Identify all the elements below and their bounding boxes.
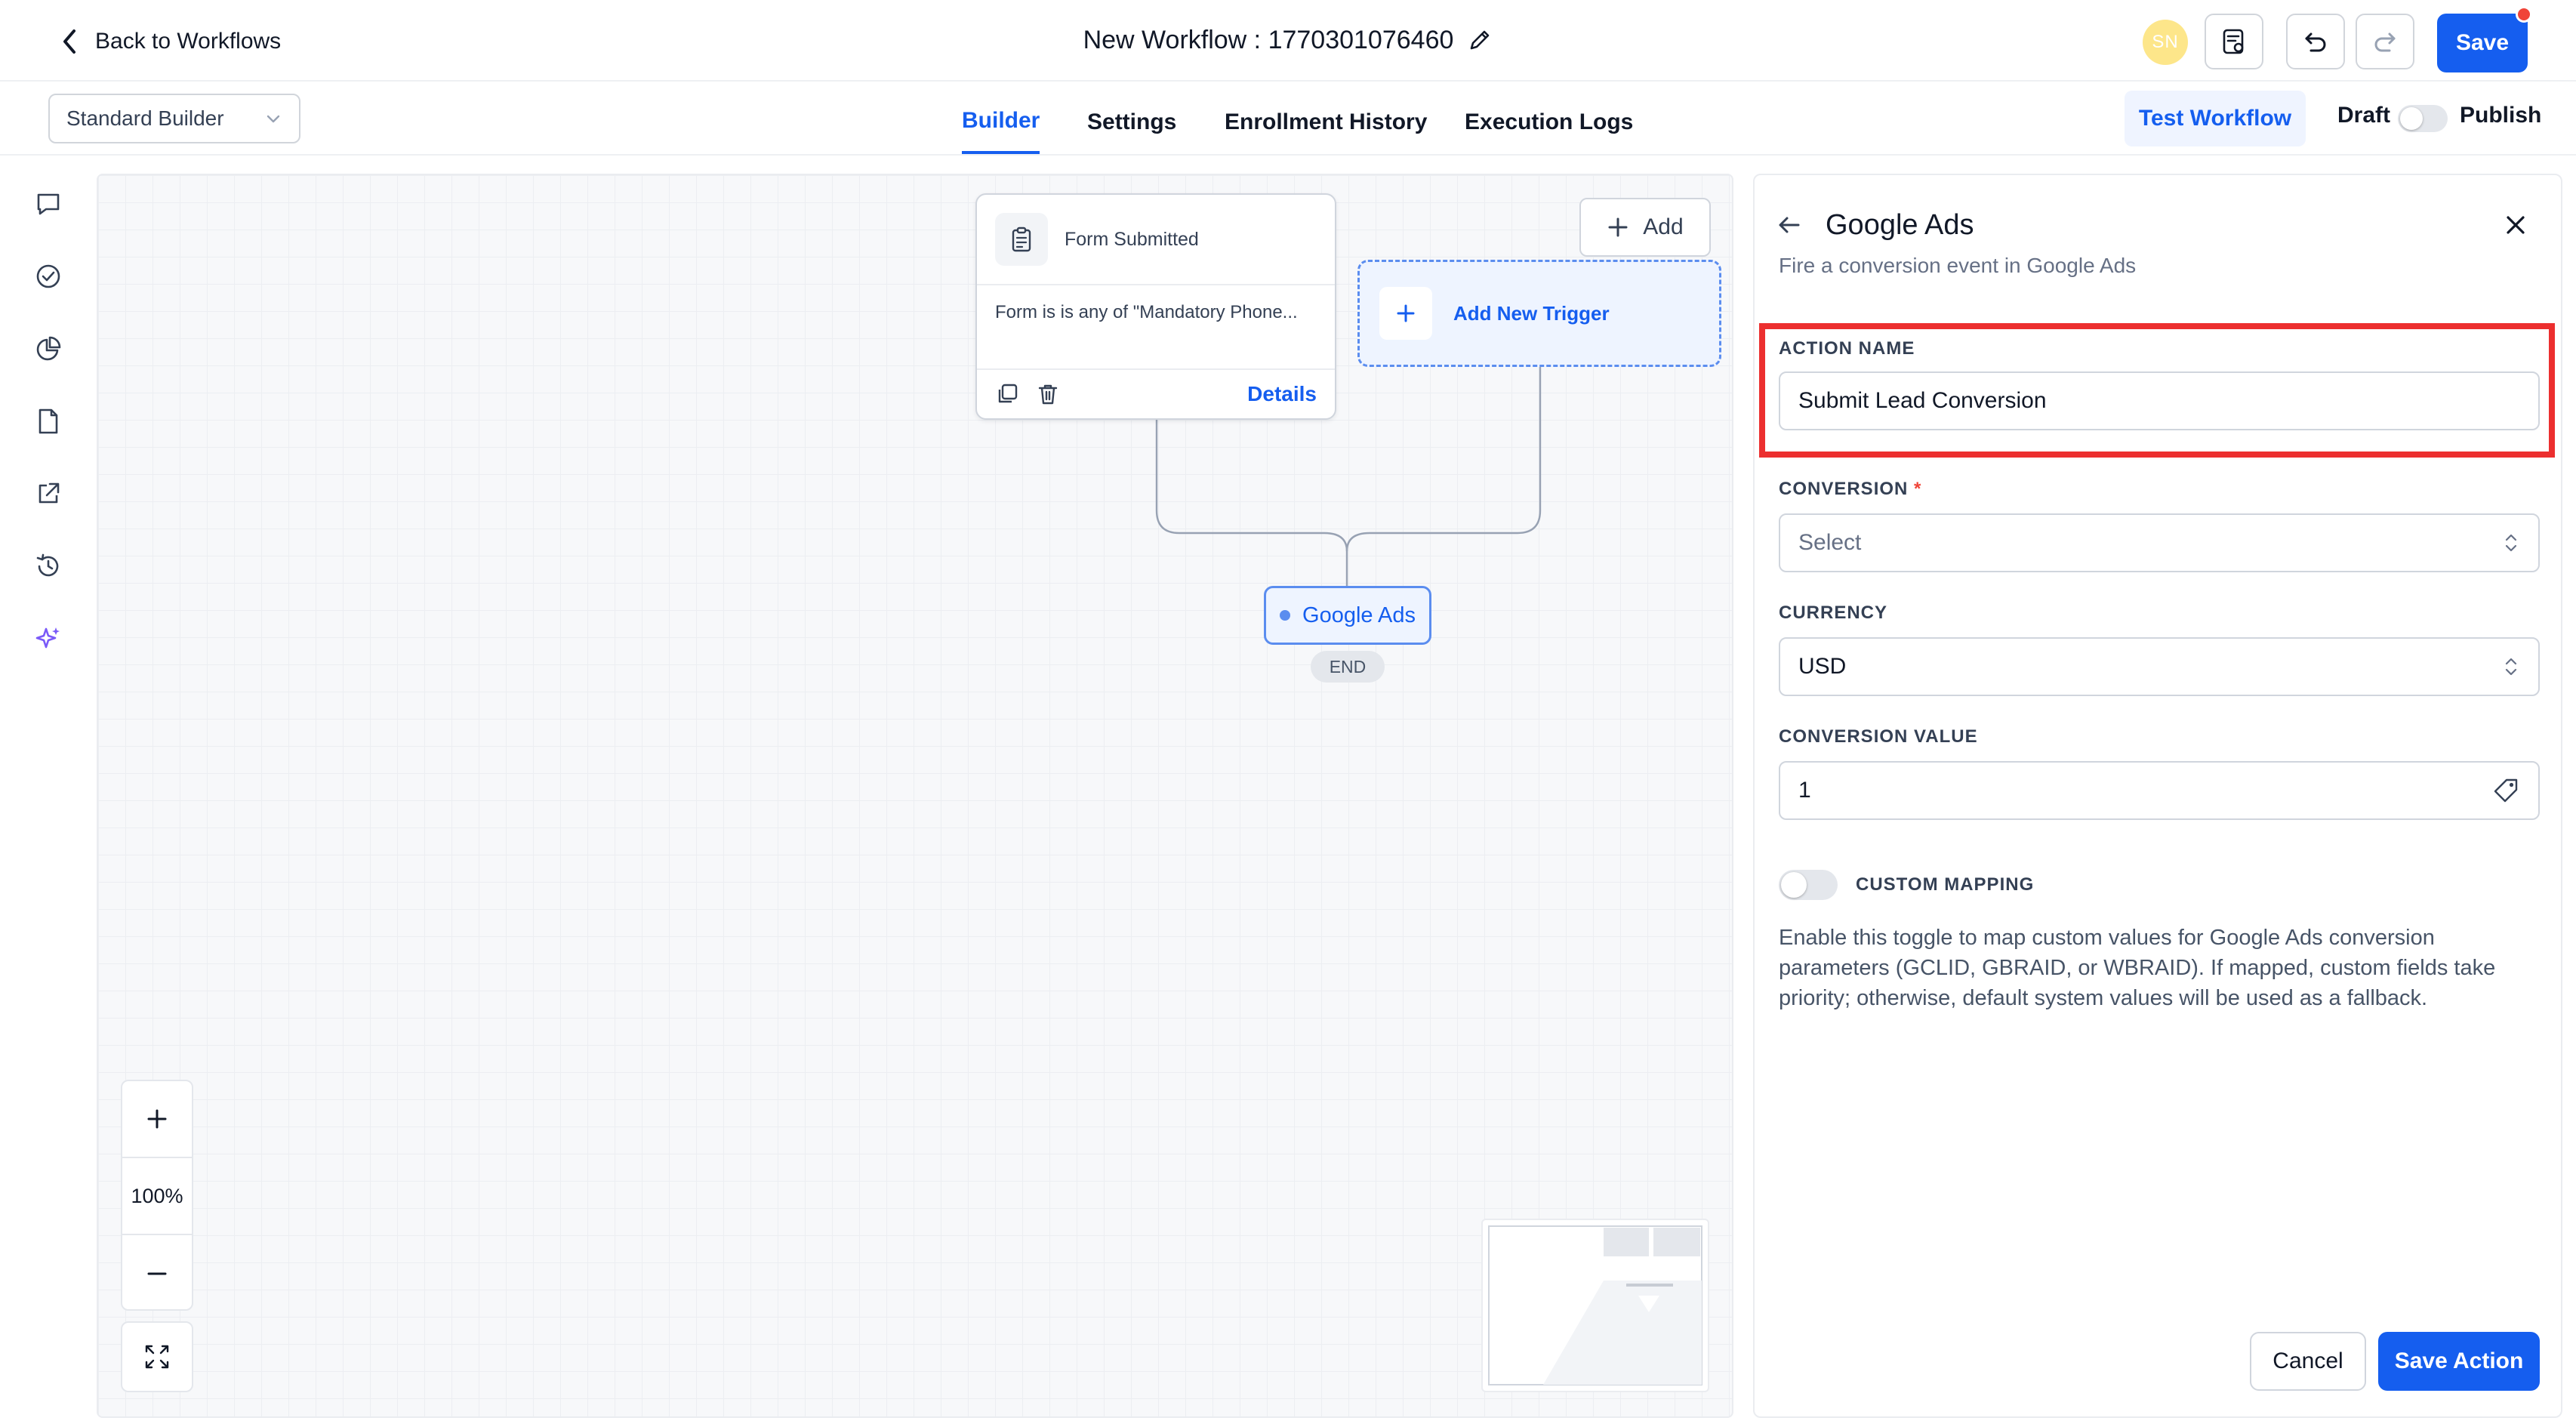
- zoom-level: 100%: [122, 1158, 192, 1235]
- chat-icon[interactable]: [30, 186, 66, 222]
- external-link-icon[interactable]: [30, 476, 66, 512]
- undo-icon: [2300, 26, 2331, 57]
- end-marker: END: [1311, 651, 1385, 683]
- notification-dot: [2516, 6, 2532, 23]
- trigger-card-footer: Details: [977, 370, 1335, 418]
- pencil-icon[interactable]: [1467, 27, 1493, 53]
- redo-button[interactable]: [2356, 14, 2414, 69]
- test-workflow-button[interactable]: Test Workflow: [2125, 91, 2306, 146]
- conversion-value-input[interactable]: 1: [1779, 761, 2540, 820]
- save-button[interactable]: Save: [2437, 14, 2528, 72]
- panel-title: Google Ads: [1826, 208, 1974, 241]
- tag-icon[interactable]: [2491, 776, 2520, 805]
- toggle-knob: [1781, 872, 1807, 898]
- highlight-box: [1759, 323, 2555, 458]
- add-label: Add: [1643, 214, 1684, 239]
- currency-value: USD: [1798, 654, 1847, 679]
- document-icon[interactable]: [30, 403, 66, 439]
- chevron-up-down-icon: [2502, 654, 2520, 680]
- toggle-knob: [2400, 107, 2423, 130]
- sparkles-icon[interactable]: [30, 621, 66, 657]
- publish-label: Publish: [2460, 103, 2542, 128]
- plus-icon: [145, 1107, 169, 1131]
- details-link[interactable]: Details: [1247, 382, 1317, 406]
- plus-icon: [1379, 287, 1432, 340]
- notes-button[interactable]: [2205, 14, 2263, 69]
- copy-icon[interactable]: [995, 382, 1019, 406]
- zoom-controls: 100%: [121, 1080, 193, 1311]
- minimap-preview: [1488, 1225, 1702, 1385]
- trigger-card[interactable]: Form Submitted Form is is any of "Mandat…: [975, 193, 1336, 420]
- pie-chart-icon[interactable]: [30, 331, 66, 367]
- arrow-left-icon[interactable]: [1776, 211, 1803, 239]
- currency-label: CURRENCY: [1779, 603, 1888, 623]
- undo-button[interactable]: [2286, 14, 2345, 69]
- cancel-button[interactable]: Cancel: [2250, 1332, 2366, 1391]
- conversion-label: CONVERSION *: [1779, 479, 1921, 500]
- check-circle-icon[interactable]: [30, 258, 66, 294]
- tab-execution-logs[interactable]: Execution Logs: [1465, 91, 1633, 154]
- close-icon: [2502, 211, 2529, 239]
- tab-settings[interactable]: Settings: [1087, 91, 1176, 154]
- chevron-down-icon: [264, 109, 282, 128]
- redo-icon: [2370, 26, 2400, 57]
- custom-mapping-help: Enable this toggle to map custom values …: [1779, 926, 2496, 1010]
- document-search-icon: [2219, 26, 2249, 57]
- trigger-card-header: Form Submitted: [977, 195, 1335, 285]
- google-ads-action-node[interactable]: Google Ads: [1264, 586, 1431, 645]
- tab-enrollment-history[interactable]: Enrollment History: [1225, 91, 1427, 154]
- zoom-out-button[interactable]: [122, 1235, 192, 1312]
- currency-select[interactable]: USD: [1779, 637, 2540, 696]
- trigger-title: Form Submitted: [1065, 228, 1199, 250]
- workflow-title: New Workflow : 1770301076460: [1083, 25, 1454, 54]
- builder-mode-select[interactable]: Standard Builder: [48, 94, 300, 143]
- panel-subtitle: Fire a conversion event in Google Ads: [1779, 254, 2137, 277]
- conversion-select[interactable]: Select: [1779, 513, 2540, 572]
- conversion-placeholder: Select: [1798, 530, 1862, 555]
- builder-mode-value: Standard Builder: [66, 106, 224, 130]
- add-new-trigger-label: Add New Trigger: [1453, 301, 1610, 325]
- clipboard-icon: [995, 213, 1048, 266]
- custom-mapping-label: CUSTOM MAPPING: [1856, 874, 2035, 895]
- history-icon[interactable]: [30, 548, 66, 584]
- chevron-up-down-icon: [2502, 530, 2520, 556]
- close-panel-button[interactable]: [2497, 207, 2534, 243]
- minus-icon: [145, 1262, 169, 1286]
- zoom-in-button[interactable]: [122, 1081, 192, 1158]
- add-button[interactable]: Add: [1579, 198, 1711, 257]
- conversion-label-text: CONVERSION: [1779, 479, 1909, 499]
- custom-mapping-toggle[interactable]: [1779, 870, 1838, 900]
- panel-header: Google Ads: [1776, 204, 1974, 246]
- expand-icon: [143, 1342, 171, 1371]
- conversion-value-label: CONVERSION VALUE: [1779, 726, 1978, 747]
- tab-builder[interactable]: Builder: [962, 91, 1040, 154]
- fit-view-button[interactable]: [121, 1321, 193, 1392]
- draft-label: Draft: [2337, 103, 2391, 128]
- conversion-value: 1: [1798, 778, 1811, 803]
- trigger-condition: Form is is any of "Mandatory Phone...: [977, 285, 1335, 370]
- plus-icon: [1607, 216, 1629, 239]
- minimap[interactable]: [1481, 1219, 1709, 1392]
- workflow-title-bar: New Workflow : 1770301076460: [0, 23, 2576, 57]
- action-node-label: Google Ads: [1302, 603, 1416, 627]
- save-action-button[interactable]: Save Action: [2378, 1332, 2540, 1391]
- add-new-trigger-button[interactable]: Add New Trigger: [1357, 260, 1721, 367]
- status-dot: [1280, 610, 1291, 621]
- avatar[interactable]: SN: [2143, 20, 2188, 65]
- trash-icon[interactable]: [1036, 382, 1060, 406]
- publish-toggle[interactable]: [2398, 105, 2448, 132]
- required-mark: *: [1914, 479, 1922, 499]
